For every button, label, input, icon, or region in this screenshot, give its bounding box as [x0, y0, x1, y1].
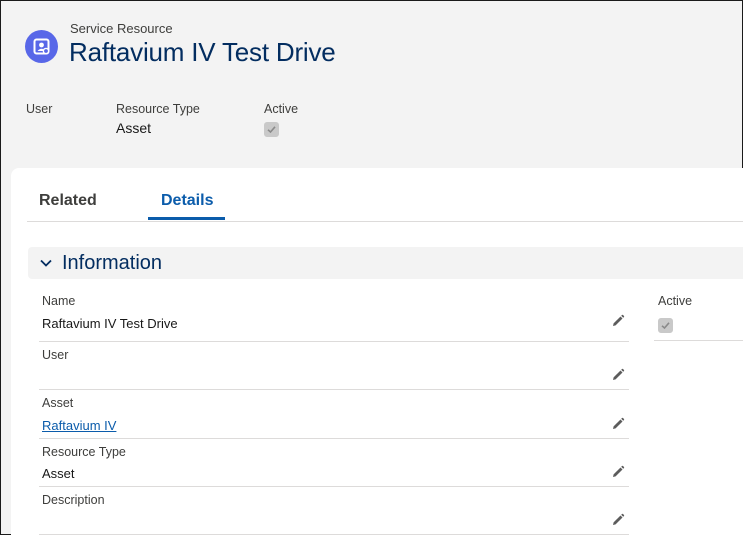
field-label: Description [42, 493, 105, 507]
edit-pencil-icon[interactable] [611, 314, 625, 328]
field-description: Description [39, 487, 629, 535]
edit-pencil-icon[interactable] [611, 417, 625, 431]
field-label: User [42, 348, 69, 362]
highlight-active: Active [264, 102, 298, 137]
field-name: Name Raftavium IV Test Drive [39, 292, 629, 342]
active-checkbox [658, 318, 673, 333]
highlight-label: User [26, 102, 53, 116]
active-tab-indicator [148, 217, 225, 220]
active-checkbox [264, 122, 279, 137]
field-user: User [39, 342, 629, 390]
service-resource-icon [25, 30, 58, 63]
tab-details[interactable]: Details [161, 192, 213, 210]
edit-pencil-icon[interactable] [611, 513, 625, 527]
field-asset: Asset Raftavium IV [39, 390, 629, 439]
field-value: Asset [42, 466, 75, 481]
field-active: Active [654, 292, 743, 341]
record-header: Service Resource Raftavium IV Test Drive… [1, 1, 742, 171]
tab-bar: Related Details [27, 168, 743, 222]
field-label: Active [658, 294, 693, 308]
tab-related[interactable]: Related [39, 192, 97, 210]
section-header-information[interactable]: Information [28, 247, 743, 279]
section-title: Information [62, 251, 163, 274]
edit-pencil-icon[interactable] [611, 368, 625, 382]
field-resource-type: Resource Type Asset [39, 439, 629, 487]
details-card: Related Details Information Name Raftavi… [11, 168, 743, 535]
field-label: Resource Type [42, 445, 126, 459]
highlight-label: Active [264, 102, 299, 116]
highlight-resource-type: Resource Type Asset [116, 102, 200, 136]
highlight-label: Resource Type [116, 102, 200, 116]
field-label: Name [42, 294, 76, 308]
chevron-down-icon [40, 259, 52, 267]
field-label: Asset [42, 396, 74, 410]
edit-pencil-icon[interactable] [611, 465, 625, 479]
field-value: Raftavium IV Test Drive [42, 316, 178, 331]
asset-link[interactable]: Raftavium IV [42, 418, 116, 433]
highlight-value: Asset [116, 120, 152, 136]
object-type-label: Service Resource [70, 21, 173, 36]
record-title: Raftavium IV Test Drive [69, 37, 336, 67]
highlight-user: User [26, 102, 52, 120]
